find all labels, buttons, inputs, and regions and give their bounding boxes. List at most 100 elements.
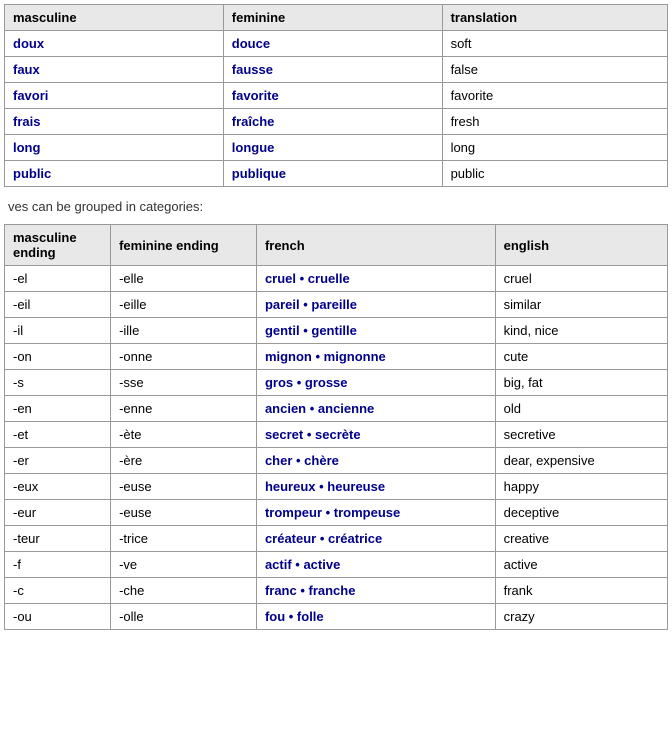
fem-end-cell: -olle <box>111 604 257 630</box>
table-row: -et -ète secret • secrète secretive <box>5 422 668 448</box>
trans-cell: public <box>442 161 667 187</box>
fem-end-cell: -ille <box>111 318 257 344</box>
english-cell: active <box>495 552 667 578</box>
trans-cell: long <box>442 135 667 161</box>
english-cell: deceptive <box>495 500 667 526</box>
english-cell: dear, expensive <box>495 448 667 474</box>
french-cell: heureux • heureuse <box>256 474 495 500</box>
fem-cell: publique <box>223 161 442 187</box>
fem-end-cell: -enne <box>111 396 257 422</box>
masc-cell: long <box>5 135 224 161</box>
english-cell: similar <box>495 292 667 318</box>
masc-end-cell: -eil <box>5 292 111 318</box>
section-description: ves can be grouped in categories: <box>4 197 668 216</box>
english-cell: cruel <box>495 266 667 292</box>
french-cell: actif • active <box>256 552 495 578</box>
english-cell: happy <box>495 474 667 500</box>
col-french: french <box>256 225 495 266</box>
masc-end-cell: -teur <box>5 526 111 552</box>
fem-end-cell: -euse <box>111 500 257 526</box>
trans-cell: fresh <box>442 109 667 135</box>
fem-cell: douce <box>223 31 442 57</box>
french-cell: mignon • mignonne <box>256 344 495 370</box>
table-row: -ou -olle fou • folle crazy <box>5 604 668 630</box>
trans-cell: soft <box>442 31 667 57</box>
table-row: -on -onne mignon • mignonne cute <box>5 344 668 370</box>
masc-end-cell: -eur <box>5 500 111 526</box>
french-cell: trompeur • trompeuse <box>256 500 495 526</box>
ending-categories-table: masculine ending feminine ending french … <box>4 224 668 630</box>
masc-end-cell: -er <box>5 448 111 474</box>
trans-cell: favorite <box>442 83 667 109</box>
col-english: english <box>495 225 667 266</box>
col-translation: translation <box>442 5 667 31</box>
fem-end-cell: -ère <box>111 448 257 474</box>
masc-cell: frais <box>5 109 224 135</box>
french-cell: gentil • gentille <box>256 318 495 344</box>
col-feminine: feminine <box>223 5 442 31</box>
fem-end-cell: -ète <box>111 422 257 448</box>
table-row: -c -che franc • franche frank <box>5 578 668 604</box>
fem-end-cell: -elle <box>111 266 257 292</box>
table-row: -el -elle cruel • cruelle cruel <box>5 266 668 292</box>
english-cell: secretive <box>495 422 667 448</box>
masc-end-cell: -eux <box>5 474 111 500</box>
fem-end-cell: -che <box>111 578 257 604</box>
english-cell: old <box>495 396 667 422</box>
english-cell: kind, nice <box>495 318 667 344</box>
table-row: -s -sse gros • grosse big, fat <box>5 370 668 396</box>
french-cell: franc • franche <box>256 578 495 604</box>
masc-end-cell: -s <box>5 370 111 396</box>
table-row: -en -enne ancien • ancienne old <box>5 396 668 422</box>
masc-end-cell: -f <box>5 552 111 578</box>
masc-cell: favori <box>5 83 224 109</box>
fem-cell: fraîche <box>223 109 442 135</box>
table-row: long longue long <box>5 135 668 161</box>
english-cell: frank <box>495 578 667 604</box>
english-cell: cute <box>495 344 667 370</box>
french-cell: ancien • ancienne <box>256 396 495 422</box>
trans-cell: false <box>442 57 667 83</box>
fem-cell: fausse <box>223 57 442 83</box>
french-cell: pareil • pareille <box>256 292 495 318</box>
col-fem-ending: feminine ending <box>111 225 257 266</box>
table-row: faux fausse false <box>5 57 668 83</box>
table-row: -eur -euse trompeur • trompeuse deceptiv… <box>5 500 668 526</box>
masc-end-cell: -el <box>5 266 111 292</box>
table-row: -er -ère cher • chère dear, expensive <box>5 448 668 474</box>
fem-end-cell: -eille <box>111 292 257 318</box>
fem-end-cell: -onne <box>111 344 257 370</box>
english-cell: crazy <box>495 604 667 630</box>
col-masc-ending: masculine ending <box>5 225 111 266</box>
masc-cell: doux <box>5 31 224 57</box>
table-row: public publique public <box>5 161 668 187</box>
masc-end-cell: -on <box>5 344 111 370</box>
french-cell: créateur • créatrice <box>256 526 495 552</box>
table-row: doux douce soft <box>5 31 668 57</box>
english-cell: creative <box>495 526 667 552</box>
fem-end-cell: -sse <box>111 370 257 396</box>
french-cell: cher • chère <box>256 448 495 474</box>
table-row: favori favorite favorite <box>5 83 668 109</box>
french-cell: secret • secrète <box>256 422 495 448</box>
french-cell: fou • folle <box>256 604 495 630</box>
french-cell: cruel • cruelle <box>256 266 495 292</box>
masc-cell: faux <box>5 57 224 83</box>
masc-end-cell: -c <box>5 578 111 604</box>
masc-end-cell: -en <box>5 396 111 422</box>
table-row: -eux -euse heureux • heureuse happy <box>5 474 668 500</box>
fem-end-cell: -euse <box>111 474 257 500</box>
col-masculine: masculine <box>5 5 224 31</box>
fem-cell: longue <box>223 135 442 161</box>
french-cell: gros • grosse <box>256 370 495 396</box>
masc-cell: public <box>5 161 224 187</box>
irregular-adjectives-table: masculine feminine translation doux douc… <box>4 4 668 187</box>
masc-end-cell: -et <box>5 422 111 448</box>
table-row: -teur -trice créateur • créatrice creati… <box>5 526 668 552</box>
table-row: -f -ve actif • active active <box>5 552 668 578</box>
masc-end-cell: -il <box>5 318 111 344</box>
masc-end-cell: -ou <box>5 604 111 630</box>
fem-cell: favorite <box>223 83 442 109</box>
table-row: -eil -eille pareil • pareille similar <box>5 292 668 318</box>
table-row: frais fraîche fresh <box>5 109 668 135</box>
